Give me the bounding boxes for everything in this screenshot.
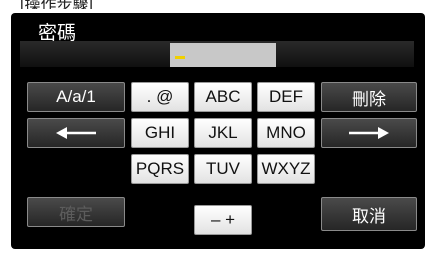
delete-button[interactable]: 刪除 bbox=[321, 82, 417, 112]
abc-key[interactable]: ABC bbox=[194, 82, 252, 112]
confirm-button[interactable]: 確定 bbox=[27, 197, 125, 227]
def-key[interactable]: DEF bbox=[257, 82, 315, 112]
header-snippet-text: [操作步驟] bbox=[20, 0, 93, 9]
wxyz-key[interactable]: WXYZ bbox=[257, 154, 315, 184]
symbols-key[interactable]: . @ bbox=[131, 82, 189, 112]
tuv-key[interactable]: TUV bbox=[194, 154, 252, 184]
cursor-right-button[interactable] bbox=[321, 118, 417, 148]
cancel-button[interactable]: 取消 bbox=[321, 197, 417, 231]
ghi-key[interactable]: GHI bbox=[131, 118, 189, 148]
mode-toggle-button[interactable]: A/a/1 bbox=[27, 82, 125, 112]
arrow-right-icon bbox=[349, 127, 389, 139]
text-cursor bbox=[175, 56, 185, 59]
arrow-left-icon bbox=[56, 127, 96, 139]
mno-key[interactable]: MNO bbox=[257, 118, 315, 148]
password-input[interactable] bbox=[170, 43, 276, 67]
plus-minus-key[interactable]: – + bbox=[194, 205, 252, 235]
pqrs-key[interactable]: PQRS bbox=[131, 154, 189, 184]
jkl-key[interactable]: JKL bbox=[194, 118, 252, 148]
cursor-left-button[interactable] bbox=[27, 118, 125, 148]
